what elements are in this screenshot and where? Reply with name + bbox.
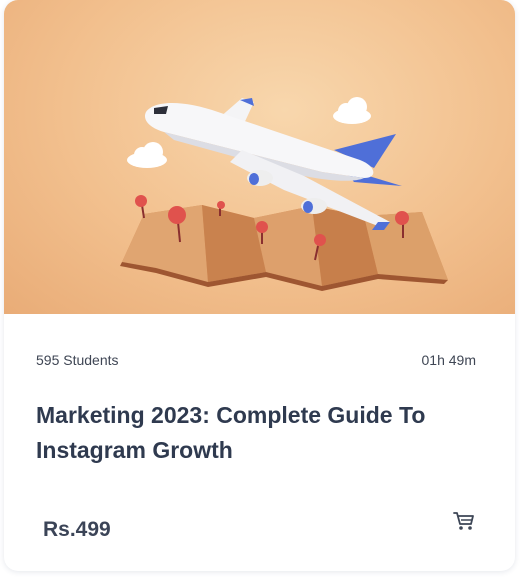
course-price: Rs.499 bbox=[43, 518, 111, 541]
course-duration: 01h 49m bbox=[421, 352, 476, 368]
airplane-map-illustration bbox=[120, 97, 448, 291]
cloud-left bbox=[127, 142, 167, 168]
cloud-right bbox=[333, 97, 371, 124]
student-count: 595 Students bbox=[36, 352, 119, 368]
add-to-cart-button[interactable] bbox=[451, 508, 477, 534]
shopping-cart-icon bbox=[453, 512, 474, 530]
course-title[interactable]: Marketing 2023: Complete Guide To Instag… bbox=[36, 398, 476, 468]
course-meta: 595 Students 01h 49m bbox=[36, 350, 476, 370]
course-card[interactable]: 595 Students 01h 49m Marketing 2023: Com… bbox=[4, 0, 515, 571]
course-thumbnail[interactable] bbox=[4, 0, 515, 314]
